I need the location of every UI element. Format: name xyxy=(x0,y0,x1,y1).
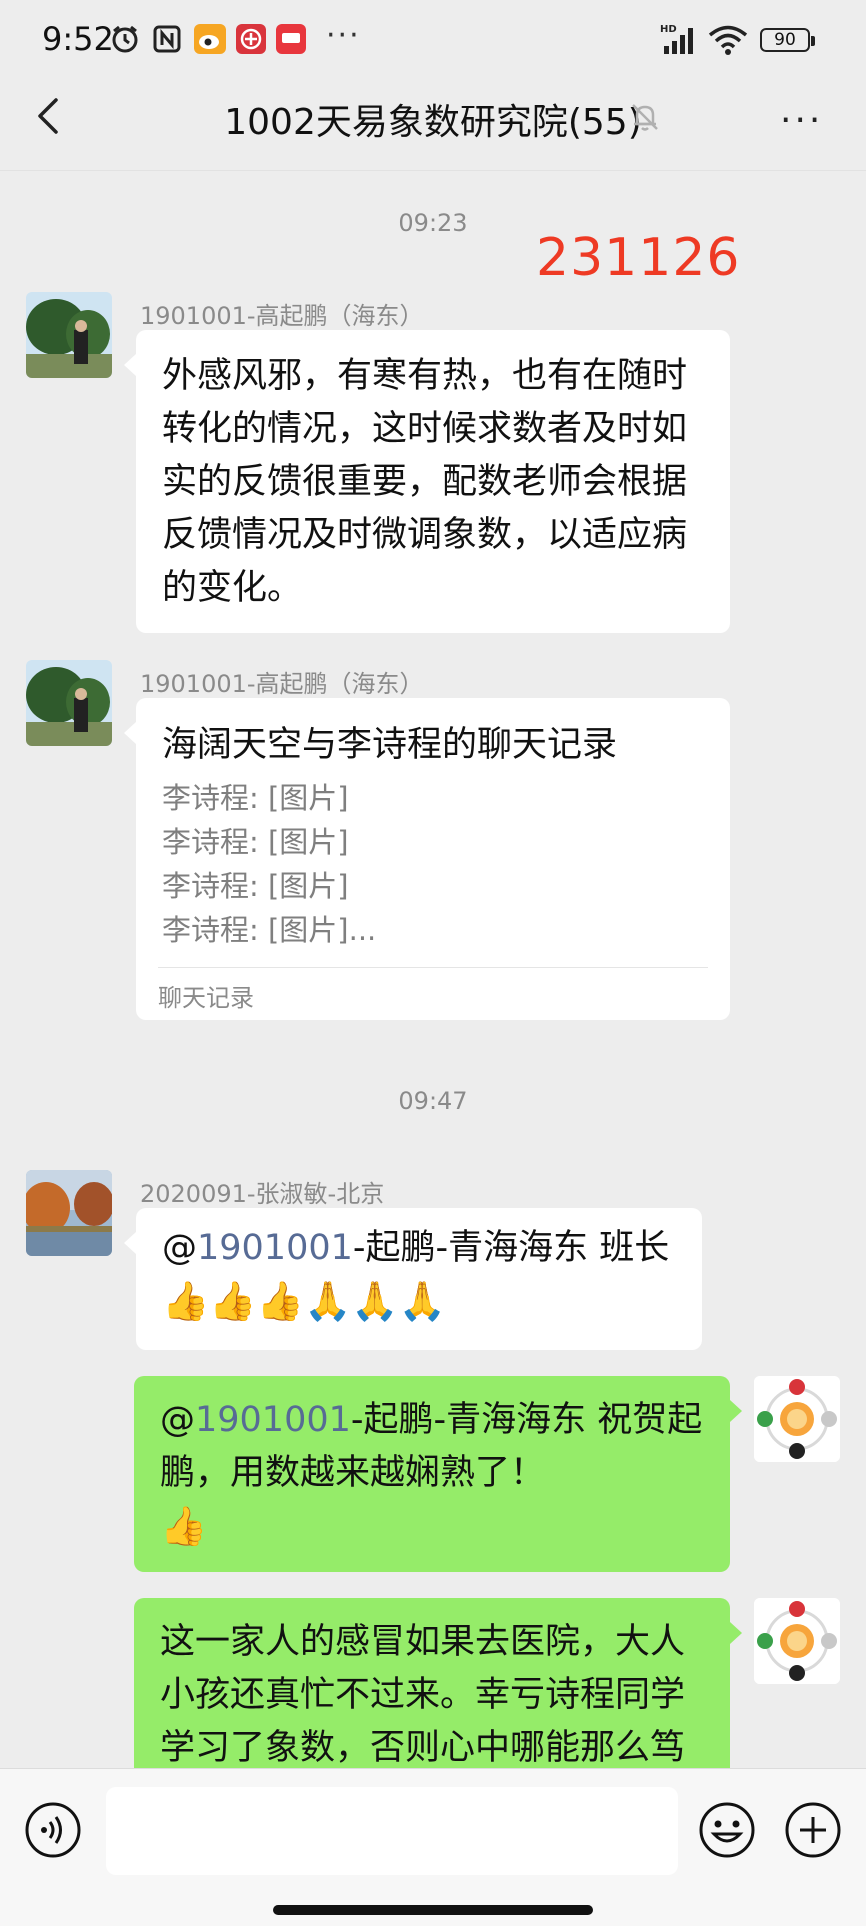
divider xyxy=(158,967,708,968)
avatar[interactable] xyxy=(26,292,112,378)
message-input[interactable] xyxy=(106,1787,678,1875)
message-bubble[interactable]: @1901001-起鹏-青海海东 班长 👍👍👍🙏🙏🙏 xyxy=(124,1208,702,1350)
record-line: 李诗程: [图片] xyxy=(162,781,349,815)
stamp-number: 231126 xyxy=(536,228,741,288)
mention-link[interactable]: 1901001 xyxy=(195,1400,351,1440)
avatar[interactable] xyxy=(26,1170,112,1256)
emoji-row: 👍 xyxy=(160,1504,208,1548)
bell-off-icon xyxy=(632,104,658,131)
hd-signal-icon: HD xyxy=(660,24,693,54)
chat-record-card[interactable]: 海阔天空与李诗程的聊天记录 李诗程: [图片] 李诗程: [图片] 李诗程: [… xyxy=(124,698,730,1020)
voice-icon[interactable] xyxy=(24,1801,82,1859)
status-bar: 9:52 ··· HD 90 xyxy=(0,0,866,84)
plus-circle-icon[interactable] xyxy=(784,1801,842,1859)
message-line: 鹏，用数越来越娴熟了！ xyxy=(160,1453,546,1493)
smiley-icon[interactable] xyxy=(698,1801,756,1859)
news-app-icon xyxy=(276,24,306,54)
message-line: 的变化。 xyxy=(162,568,303,608)
time-label: 09:47 xyxy=(398,1087,468,1115)
message-bubble-self[interactable]: @1901001-起鹏-青海海东 祝贺起 鹏，用数越来越娴熟了！ 👍 xyxy=(134,1376,742,1572)
at-symbol: @ xyxy=(160,1400,195,1440)
nfc-icon xyxy=(153,25,181,53)
message-line: 小孩还真忙不过来。幸亏诗程同学 xyxy=(160,1675,686,1715)
battery-icon: 90 xyxy=(760,28,815,52)
message-text: -起鹏-青海海东 祝贺起 xyxy=(350,1400,703,1440)
wifi-icon xyxy=(708,25,748,55)
record-line: 李诗程: [图片] xyxy=(162,825,349,859)
sender-name: 1901001-高起鹏（海东） xyxy=(140,670,424,698)
message-line: 实的反馈很重要，配数老师会根据 xyxy=(162,462,688,502)
at-symbol: @ xyxy=(162,1228,197,1268)
alarm-icon xyxy=(112,25,138,53)
message-bubble[interactable]: 外感风邪，有寒有热，也有在随时 转化的情况，这时候求数者及时如 实的反馈很重要，… xyxy=(124,330,730,633)
record-footer: 聊天记录 xyxy=(158,984,254,1012)
message-line: @1901001-起鹏-青海海东 祝贺起 xyxy=(160,1394,704,1447)
svg-text:HD: HD xyxy=(660,24,677,35)
status-time: 9:52 xyxy=(42,20,114,58)
record-title: 海阔天空与李诗程的聊天记录 xyxy=(162,725,618,765)
sender-name: 1901001-高起鹏（海东） xyxy=(140,302,424,330)
record-line: 李诗程: [图片]... xyxy=(162,913,377,947)
status-overflow: ··· xyxy=(326,18,361,53)
sender-name: 2020091-张淑敏-北京 xyxy=(140,1180,385,1208)
app-icon xyxy=(236,24,266,54)
avatar-self[interactable] xyxy=(754,1376,840,1462)
avatar-self[interactable] xyxy=(754,1598,840,1684)
chat-title: 1002天易象数研究院(55) xyxy=(224,102,642,143)
record-line: 李诗程: [图片] xyxy=(162,869,349,903)
home-indicator xyxy=(273,1905,593,1915)
mention-link[interactable]: 1901001 xyxy=(197,1228,353,1268)
weibo-icon xyxy=(194,24,226,54)
more-button[interactable]: ··· xyxy=(780,100,823,141)
message-text: -起鹏-青海海东 班长 xyxy=(352,1228,670,1268)
emoji-row: 👍👍👍🙏🙏🙏 xyxy=(162,1279,446,1323)
avatar[interactable] xyxy=(26,660,112,746)
message-line: 反馈情况及时微调象数，以适应病 xyxy=(162,515,688,555)
message-line: 外感风邪，有寒有热，也有在随时 xyxy=(162,356,688,396)
message-line: 这一家人的感冒如果去医院，大人 xyxy=(160,1622,686,1662)
message-line: @1901001-起鹏-青海海东 班长 xyxy=(162,1222,676,1275)
message-line: 转化的情况，这时候求数者及时如 xyxy=(162,409,688,449)
